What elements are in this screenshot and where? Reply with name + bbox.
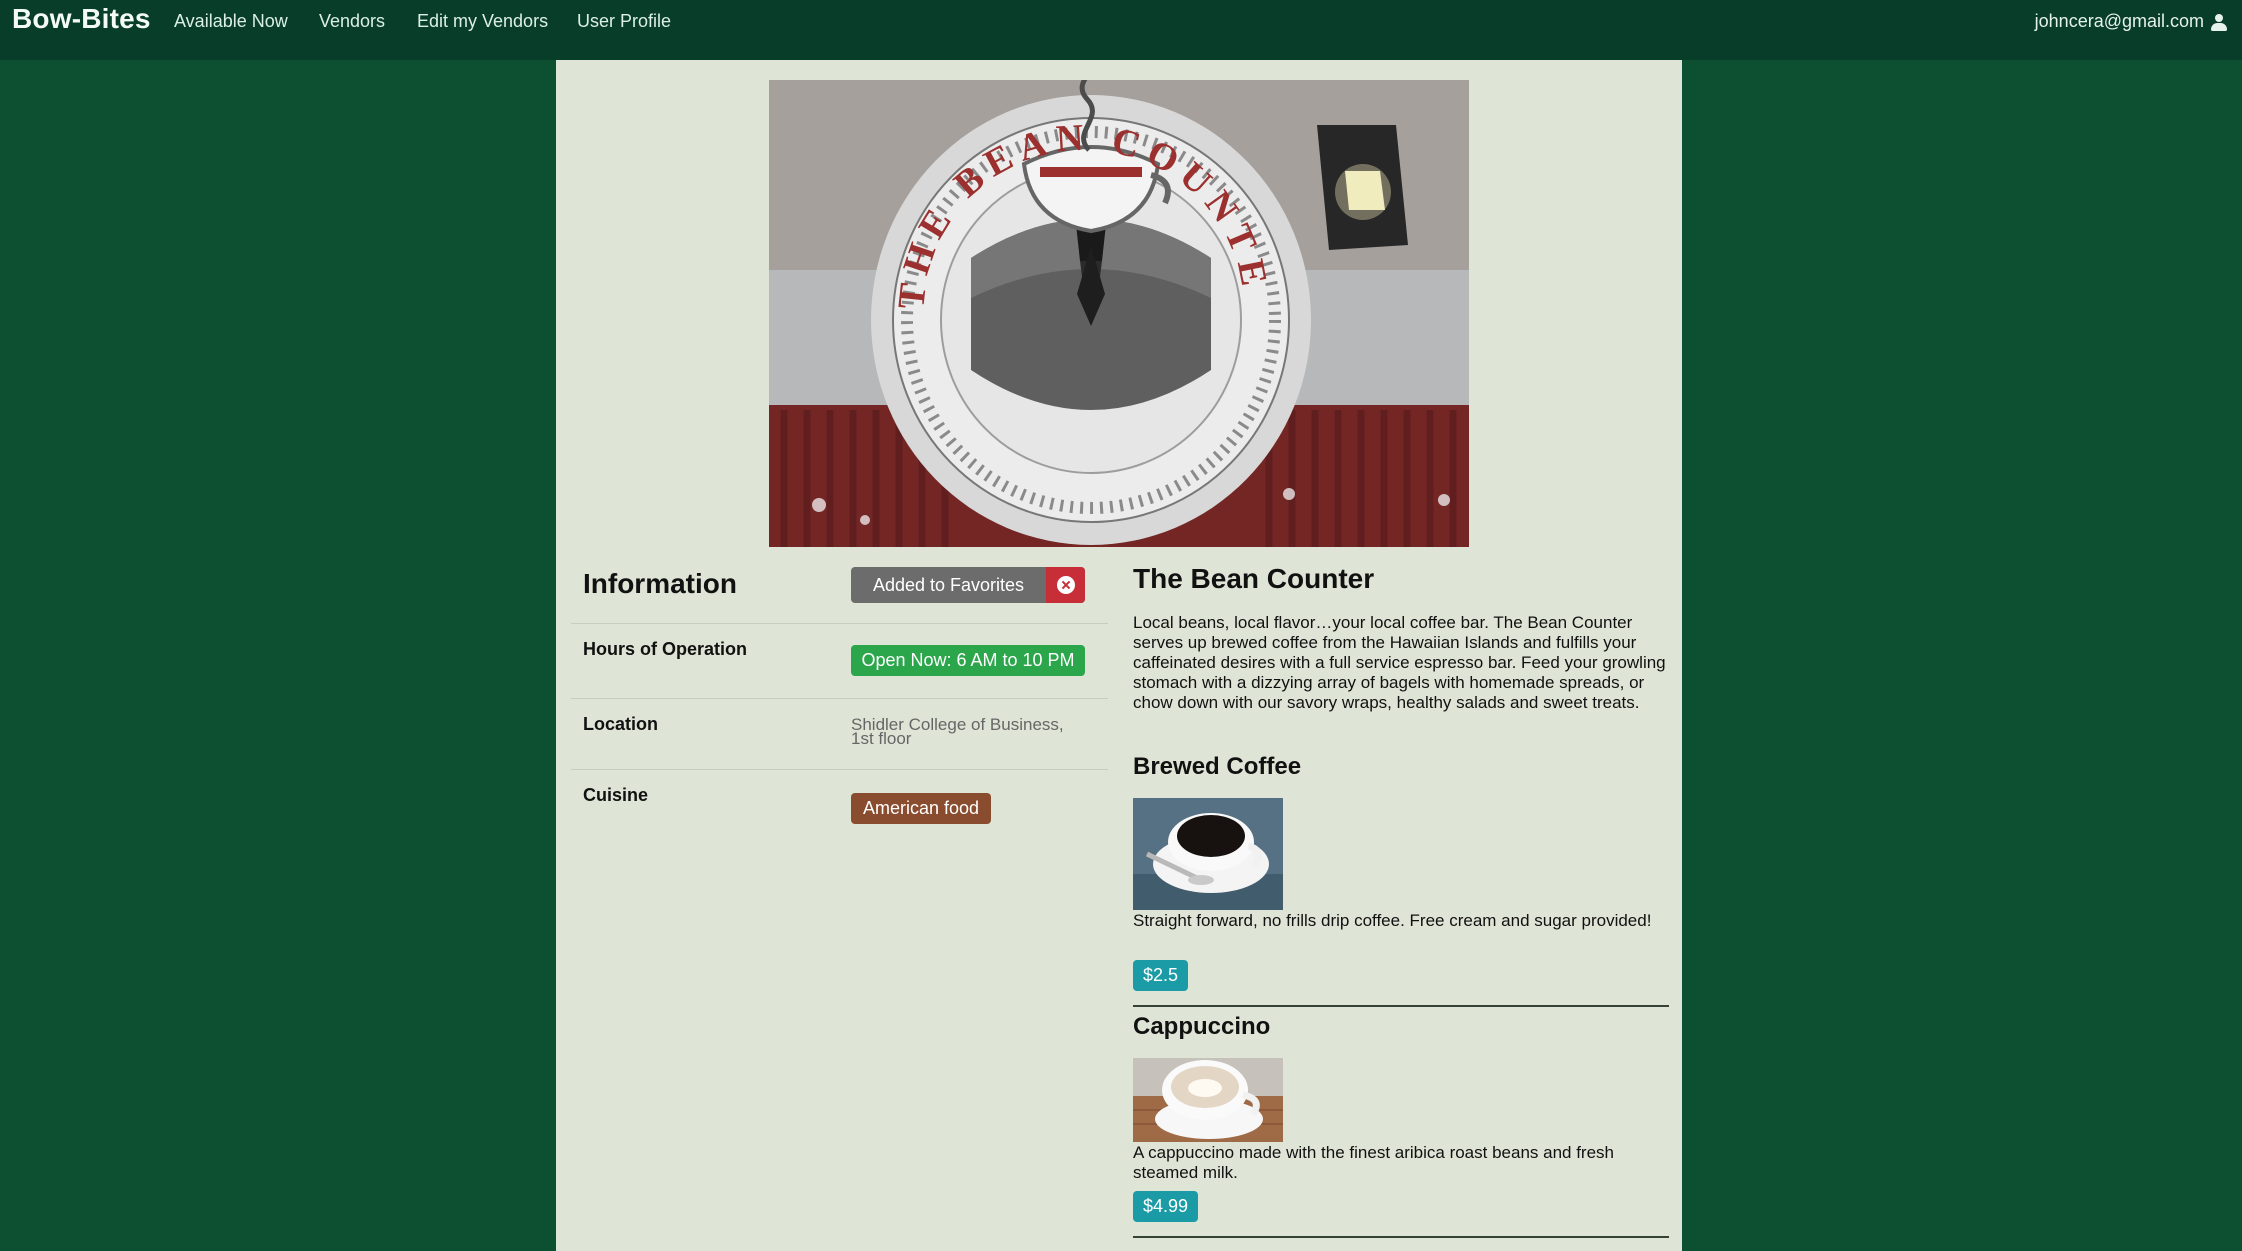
information-heading: Information <box>583 568 737 599</box>
location-label: Location <box>583 714 658 734</box>
cuisine-badge: American food <box>851 793 991 824</box>
cappuccino-cup-image <box>1133 1058 1283 1142</box>
price-badge-brewed-coffee: $2.5 <box>1133 960 1188 991</box>
menu-divider <box>1133 1236 1669 1238</box>
nav-available-now[interactable]: Available Now <box>174 11 288 32</box>
top-navbar: Bow-Bites Available Now Vendors Edit my … <box>0 0 2242 60</box>
remove-favorite-button[interactable] <box>1046 567 1085 603</box>
favorite-toggle[interactable]: Added to Favorites <box>851 567 1085 603</box>
x-circle-icon <box>1057 576 1075 594</box>
vendor-description: Local beans, local flavor…your local cof… <box>1133 613 1666 712</box>
bean-counter-sign-image: THE BEAN COUNTER <box>769 80 1469 547</box>
cappuccino-image <box>1133 1058 1283 1142</box>
added-to-favorites-button[interactable]: Added to Favorites <box>851 567 1046 603</box>
price-badge-cappuccino: $4.99 <box>1133 1191 1198 1222</box>
menu-item-name-cappuccino: Cappuccino <box>1133 1013 1271 1040</box>
cuisine-label: Cuisine <box>583 785 649 805</box>
info-divider <box>571 623 1108 624</box>
nav-vendors[interactable]: Vendors <box>319 11 385 32</box>
menu-item-name-brewed-coffee: Brewed Coffee <box>1133 753 1302 780</box>
vendor-panel: THE BEAN COUNTER Information Added to Fa… <box>556 60 1682 1251</box>
hours-label: Hours of Operation <box>583 639 748 659</box>
menu-item-description-cappuccino: A cappuccino made with the finest aribic… <box>1133 1143 1615 1182</box>
user-email: johncera@gmail.com <box>2034 11 2204 31</box>
user-menu[interactable]: johncera@gmail.com <box>2035 11 2228 32</box>
location-value: Shidler College of Business, 1st floor <box>851 715 1064 748</box>
nav-user-profile[interactable]: User Profile <box>577 11 671 32</box>
vendor-name: The Bean Counter <box>1133 563 1375 594</box>
coffee-cup-image <box>1133 798 1283 910</box>
open-status-badge: Open Now: 6 AM to 10 PM <box>851 645 1085 676</box>
menu-item-description-brewed-coffee: Straight forward, no frills drip coffee.… <box>1133 911 1652 930</box>
brand-logo[interactable]: Bow-Bites <box>12 3 151 35</box>
menu-divider <box>1133 1005 1669 1007</box>
nav-edit-my-vendors[interactable]: Edit my Vendors <box>417 11 548 32</box>
brewed-coffee-image <box>1133 798 1283 910</box>
vendor-hero-image: THE BEAN COUNTER <box>769 80 1469 547</box>
user-icon <box>2210 13 2228 31</box>
info-divider <box>571 698 1108 699</box>
info-divider <box>571 769 1108 770</box>
